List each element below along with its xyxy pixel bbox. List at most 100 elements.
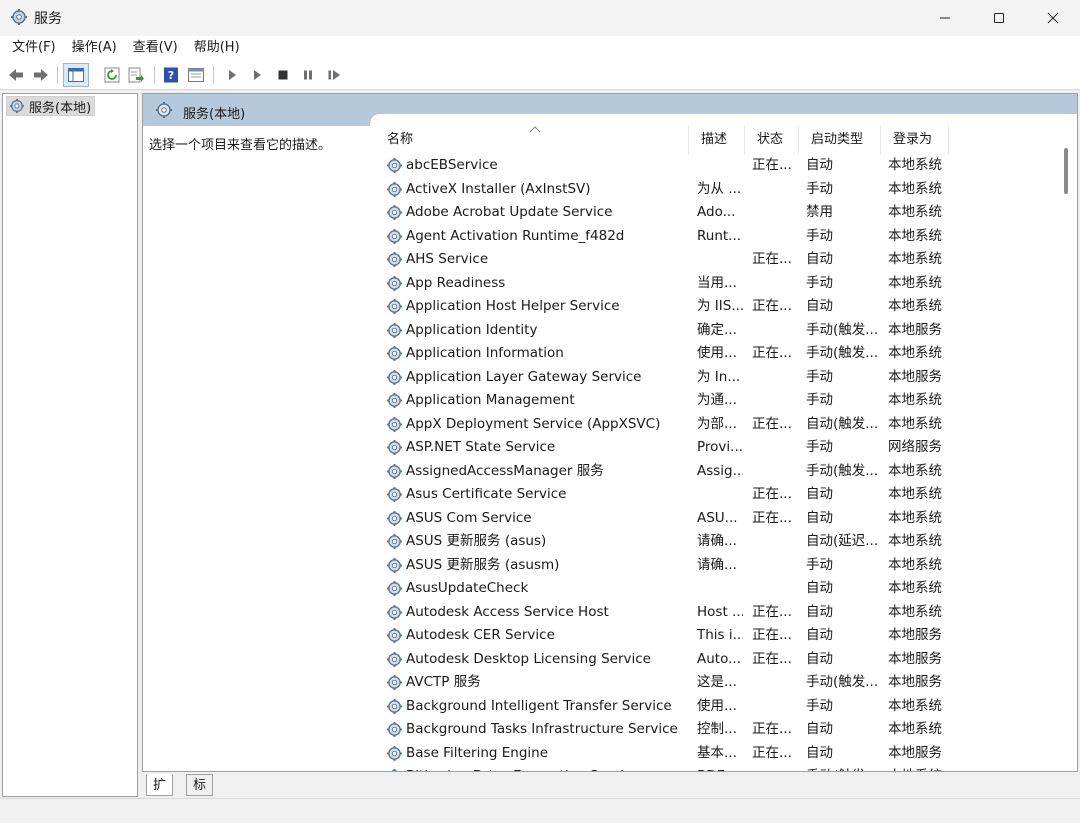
service-gear-icon [386,416,403,432]
help-button[interactable]: ? [161,65,181,85]
minimize-icon [940,17,950,19]
menu-action[interactable]: 操作(A) [64,36,125,60]
maximize-button[interactable] [976,0,1022,36]
service-description: 基本... [697,744,737,761]
minimize-button[interactable] [922,0,968,36]
service-name: AHS Service [406,251,489,267]
title-bar: 服务 [0,0,1080,36]
table-row[interactable]: Agent Activation Runtime_f482d Runt... 手动 本… [375,225,1077,249]
table-row[interactable]: AsusUpdateCheck 自动 本地系统 [375,577,1077,601]
back-button[interactable] [6,65,26,85]
service-log-on-as: 本地系统 [888,533,942,549]
service-startup-type: 自动 [806,650,833,667]
service-gear-icon [386,439,403,456]
column-header-description[interactable]: 描述 [689,126,745,154]
service-description: This i... [697,627,743,643]
scrollbar-thumb[interactable] [1064,148,1068,194]
table-row[interactable]: Adobe Acrobat Update Service Ado... 禁用 本地系统 [375,201,1077,225]
table-row[interactable]: Asus Certificate Service 正在... 自动 本地系统 [375,483,1077,507]
properties-button[interactable] [186,65,206,85]
menu-file[interactable]: 文件(F) [4,36,64,60]
table-row[interactable]: ASUS 更新服务 (asus) 请确... 自动(延迟... 本地系统 [375,530,1077,554]
close-button[interactable] [1030,0,1076,36]
start-service-alt-button[interactable] [247,65,267,85]
table-row[interactable]: Application Management 为通... 手动 本地系统 [375,389,1077,413]
column-header-name[interactable]: 名称 [375,126,689,154]
forward-arrow-icon [34,69,48,81]
tree-item-services-local[interactable]: 服务(本地) [6,96,96,116]
service-status: 正在... [752,744,792,761]
toolbar-separator [154,66,155,84]
column-header-log-on-as[interactable]: 登录为 [881,126,949,154]
table-row[interactable]: ASP.NET State Service Provi... 手动 网络服务 [375,436,1077,460]
export-list-button[interactable] [126,65,146,85]
show-console-tree-button[interactable] [63,63,89,87]
service-gear-icon [386,651,403,667]
service-name: Autodesk Desktop Licensing Service [406,650,651,667]
service-name: Adobe Acrobat Update Service [406,204,613,220]
service-log-on-as: 本地系统 [888,556,942,573]
service-name: Background Tasks Infrastructure Service [406,721,678,737]
pause-service-icon [304,70,312,80]
vertical-scrollbar[interactable] [1059,130,1073,768]
table-row[interactable]: Autodesk Access Service Host Host ... 正在..… [375,601,1077,625]
stop-service-button[interactable] [273,65,293,85]
table-row[interactable]: Background Intelligent Transfer Service 使… [375,695,1077,719]
service-gear-icon [386,345,403,362]
forward-button[interactable] [31,65,51,85]
close-icon [1047,12,1059,24]
start-service-button[interactable] [222,65,242,85]
pause-service-button[interactable] [298,65,318,85]
service-gear-icon [386,463,403,479]
table-row[interactable]: AssignedAccessManager 服务 Assig... 手动(触发...… [375,460,1077,484]
service-description: 使用... [697,697,737,714]
tab-standard[interactable]: 标准 [186,774,214,815]
service-description: Runt... [697,227,742,244]
table-row[interactable]: App Readiness 当用... 手动 本地系统 [375,272,1077,296]
service-status: 正在... [752,157,792,173]
table-row[interactable]: AppX Deployment Service (AppXSVC) 为部... 正在… [375,413,1077,437]
tab-extended[interactable]: 扩展 [146,774,174,815]
service-gear-icon [386,322,403,338]
table-row[interactable]: Application Layer Gateway Service 为 In...… [375,366,1077,390]
svg-text:?: ? [168,69,174,82]
table-row[interactable]: Application Host Helper Service 为 IIS... 正… [375,295,1077,319]
list-header: 名称 描述 状态 启动类型 登录为 [375,126,1077,154]
refresh-button[interactable] [102,65,122,85]
service-log-on-as: 本地系统 [888,251,942,267]
table-row[interactable]: abcEBService 正在... 自动 本地系统 [375,154,1077,178]
table-row[interactable]: ActiveX Installer (AxInstSV) 为从 ... 手动 本地系统 [375,178,1077,202]
table-row[interactable]: Base Filtering Engine 基本... 正在... 自动 本地服务 [375,742,1077,766]
service-name: ActiveX Installer (AxInstSV) [406,180,591,197]
toolbar: ? [0,60,1080,90]
table-row[interactable]: ASUS Com Service ASU... 正在... 自动 本地系统 [375,507,1077,531]
service-name: Autodesk CER Service [406,627,555,643]
service-startup-type: 手动 [806,392,833,408]
table-row[interactable]: Autodesk Desktop Licensing Service Auto..… [375,648,1077,672]
service-startup-type: 手动(触发... [806,345,879,361]
table-row[interactable]: Autodesk CER Service This i... 正在... 自动 本地服务 [375,624,1077,648]
service-description: 为 In... [697,368,741,385]
service-log-on-as: 本地系统 [888,392,942,408]
menu-help[interactable]: 帮助(H) [186,36,248,60]
table-row[interactable]: BitLocker Drive Encryption Service BDE...… [375,765,1077,771]
service-description: 使用... [697,345,737,361]
service-name: AppX Deployment Service (AppXSVC) [406,415,661,432]
table-row[interactable]: Background Tasks Infrastructure Service 控… [375,718,1077,742]
table-row[interactable]: AHS Service 正在... 自动 本地系统 [375,248,1077,272]
menu-view[interactable]: 查看(V) [125,36,186,60]
table-row[interactable]: Application Information 使用... 正在... 手动(触发..… [375,342,1077,366]
properties-icon [188,68,204,82]
restart-service-button[interactable] [324,65,344,85]
service-gear-icon [391,768,398,771]
service-name: ASUS 更新服务 (asusm) [406,556,560,573]
service-startup-type: 自动(延迟... [806,533,879,549]
service-gear-icon [386,251,403,268]
column-header-startup-type[interactable]: 启动类型 [799,126,881,154]
service-gear-icon [386,580,403,597]
table-row[interactable]: Application Identity 确定... 手动(触发... 本地服务 [375,319,1077,343]
table-row[interactable]: AVCTP 服务 这是... 手动(触发... 本地服务 [375,671,1077,695]
services-gear-icon [11,9,27,25]
column-header-status[interactable]: 状态 [745,126,799,154]
table-row[interactable]: ASUS 更新服务 (asusm) 请确... 手动 本地系统 [375,554,1077,578]
